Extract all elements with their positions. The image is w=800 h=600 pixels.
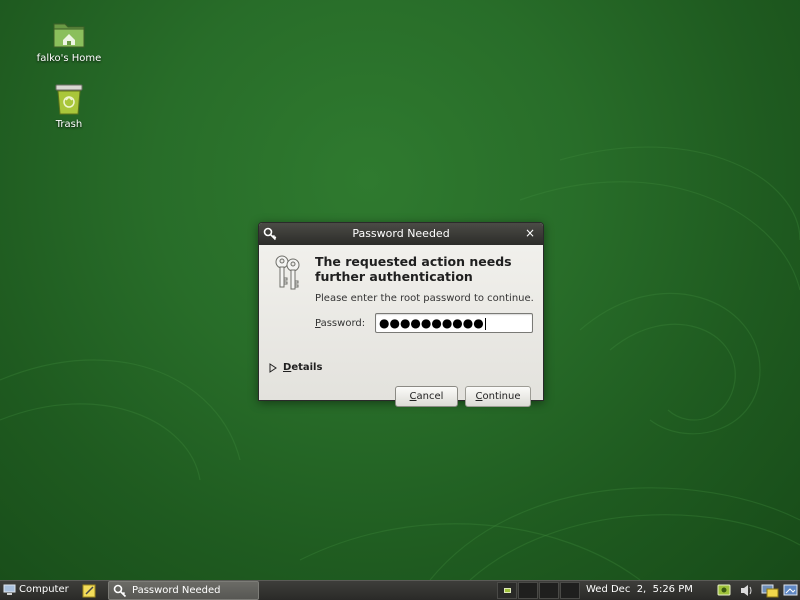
- workspace-2[interactable]: [518, 582, 538, 599]
- desktop: falko's Home Trash Password Needed × The…: [0, 0, 800, 600]
- window-thumbnail: [504, 588, 511, 593]
- notes-icon: [82, 584, 96, 598]
- expander-arrow-icon: [269, 363, 277, 373]
- button-text: ontinue: [482, 391, 521, 402]
- workspace-1[interactable]: [497, 582, 517, 599]
- label-text: etails: [291, 362, 323, 373]
- home-folder-icon: [53, 23, 85, 48]
- update-applet-icon: [717, 584, 731, 596]
- keys-icon: [275, 255, 300, 290]
- trash-icon: [55, 84, 83, 115]
- dialog-titlebar[interactable]: Password Needed ×: [259, 223, 543, 245]
- mnemonic-letter: C: [409, 391, 417, 402]
- key-icon: [113, 584, 127, 598]
- taskbar-window-label: Password Needed: [132, 585, 221, 596]
- tray-item-2[interactable]: [739, 581, 753, 600]
- button-text: ancel: [416, 391, 444, 402]
- password-dialog: Password Needed × The requested action n…: [258, 222, 544, 407]
- password-label: Password:: [315, 318, 365, 329]
- show-desktop-icon: [783, 584, 798, 596]
- workspace-4[interactable]: [560, 582, 580, 599]
- text-caret: [484, 317, 486, 330]
- continue-button[interactable]: Continue: [465, 386, 531, 407]
- dialog-heading: The requested action needs further authe…: [315, 254, 512, 284]
- clock[interactable]: Wed Dec 2, 5:26 PM: [586, 581, 716, 600]
- dialog-body: The requested action needs further authe…: [259, 245, 543, 407]
- network-icon: [761, 584, 779, 598]
- password-mask: ●●●●●●●●●●: [379, 316, 484, 330]
- dialog-instruction: Please enter the root password to contin…: [315, 293, 534, 304]
- clock-text: Wed Dec 2, 5:26 PM: [586, 584, 693, 595]
- volume-icon: [741, 585, 752, 596]
- tray-item-3[interactable]: [761, 581, 779, 600]
- workspace-3[interactable]: [539, 582, 559, 599]
- tray-item-4[interactable]: [783, 581, 799, 600]
- password-field[interactable]: ●●●●●●●●●●: [375, 313, 533, 333]
- cancel-button[interactable]: Cancel: [395, 386, 458, 407]
- label-text: assword:: [320, 318, 366, 329]
- tray-item-1[interactable]: [717, 581, 731, 600]
- taskbar-window-button[interactable]: Password Needed: [108, 581, 259, 600]
- desktop-icon-home[interactable]: falko's Home: [24, 18, 114, 64]
- details-label: Details: [283, 362, 322, 373]
- computer-icon: [3, 584, 16, 595]
- mnemonic-letter: C: [475, 391, 483, 402]
- computer-menu-button[interactable]: Computer: [0, 581, 76, 600]
- desktop-icon-label: falko's Home: [36, 53, 102, 64]
- dialog-title: Password Needed: [352, 227, 450, 240]
- desktop-icon-label: Trash: [55, 119, 83, 130]
- close-icon[interactable]: ×: [523, 226, 537, 240]
- workspace-switcher: [497, 581, 581, 600]
- desktop-icon-trash[interactable]: Trash: [24, 82, 114, 130]
- computer-menu-label: Computer: [19, 584, 69, 595]
- notes-launcher[interactable]: [81, 581, 99, 600]
- taskbar: Computer Password Needed Wed Dec 2, 5:26…: [0, 580, 800, 600]
